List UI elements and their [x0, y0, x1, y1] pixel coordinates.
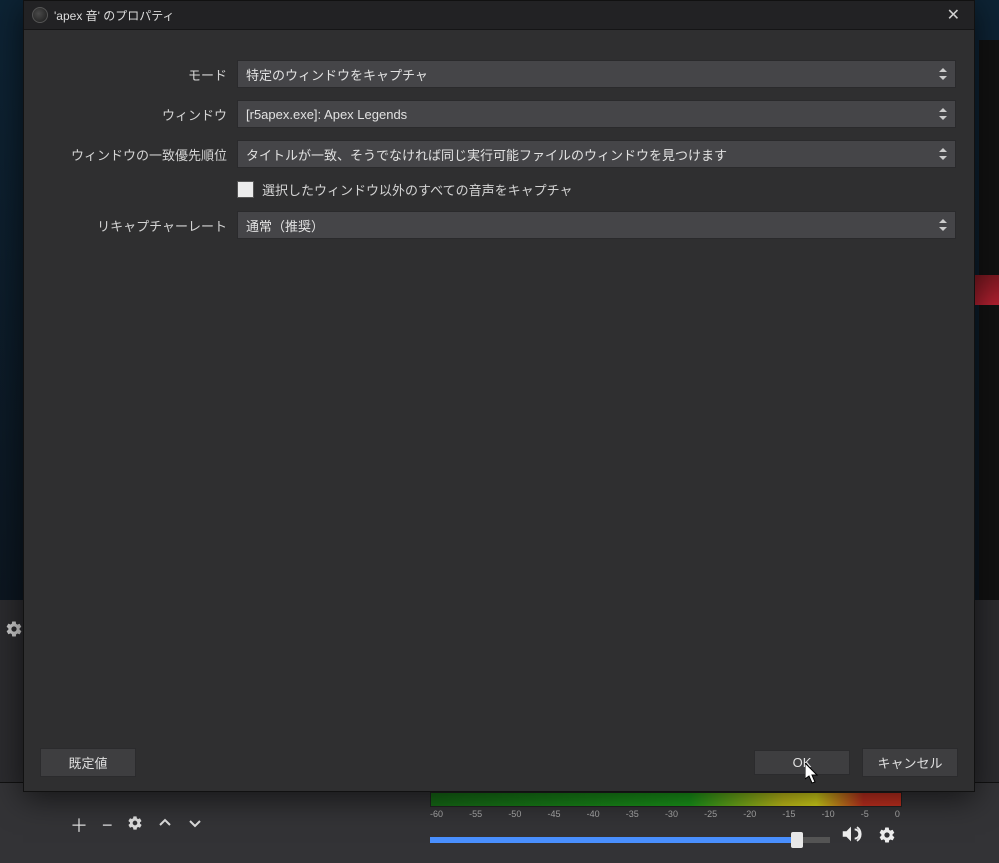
label-window: ウィンドウ: [42, 105, 237, 124]
select-mode[interactable]: 特定のウィンドウをキャプチャ: [237, 60, 956, 88]
tick: -40: [587, 809, 600, 819]
properties-dialog: 'apex 音' のプロパティ ✕ モード 特定のウィンドウをキャプチャ ウィン…: [23, 0, 975, 792]
checkbox-capture-others[interactable]: [237, 181, 254, 198]
tick: -35: [626, 809, 639, 819]
select-value: 通常（推奨）: [246, 216, 324, 235]
tick: 0: [895, 809, 900, 819]
chevron-up-down-icon: [935, 101, 951, 127]
select-value: 特定のウィンドウをキャプチャ: [246, 65, 428, 84]
cancel-button[interactable]: キャンセル: [862, 748, 958, 777]
remove-icon[interactable]: −: [102, 815, 113, 836]
label-priority: ウィンドウの一致優先順位: [42, 145, 237, 164]
gear-icon[interactable]: [878, 826, 896, 849]
tick: -25: [704, 809, 717, 819]
chevron-up-down-icon: [935, 212, 951, 238]
right-sidebar: [979, 40, 999, 600]
defaults-button[interactable]: 既定値: [40, 748, 136, 777]
row-rate: リキャプチャーレート 通常（推奨）: [42, 211, 956, 239]
gear-icon[interactable]: [5, 620, 25, 640]
row-mode: モード 特定のウィンドウをキャプチャ: [42, 60, 956, 88]
volume-handle[interactable]: [791, 832, 803, 848]
select-value: タイトルが一致、そうでなければ同じ実行可能ファイルのウィンドウを見つけます: [246, 145, 727, 164]
chevron-up-down-icon: [935, 61, 951, 87]
chevron-up-down-icon: [935, 141, 951, 167]
tick: -45: [547, 809, 560, 819]
tick: -5: [861, 809, 869, 819]
select-rate[interactable]: 通常（推奨）: [237, 211, 956, 239]
add-icon[interactable]: ＋: [70, 812, 88, 838]
title: 'apex 音' のプロパティ: [54, 7, 175, 24]
volume-fill: [430, 837, 798, 843]
row-checkbox: 選択したウィンドウ以外のすべての音声をキャプチャ: [237, 180, 956, 199]
close-icon[interactable]: ✕: [941, 5, 966, 25]
dialog-buttons: 既定値 OK キャンセル: [24, 736, 974, 791]
tick: -20: [743, 809, 756, 819]
gear-icon[interactable]: [127, 815, 143, 836]
tick: -10: [822, 809, 835, 819]
move-down-icon[interactable]: [187, 815, 203, 836]
select-priority[interactable]: タイトルが一致、そうでなければ同じ実行可能ファイルのウィンドウを見つけます: [237, 140, 956, 168]
select-value: [r5apex.exe]: Apex Legends: [246, 107, 407, 122]
tick: -15: [782, 809, 795, 819]
tick: -60: [430, 809, 443, 819]
titlebar[interactable]: 'apex 音' のプロパティ ✕: [24, 1, 974, 30]
bottom-panel: ＋ − -60 -55 -50 -45 -40 -35 -30 -25 -20 …: [0, 782, 999, 863]
ok-button[interactable]: OK: [754, 750, 850, 775]
audio-meter-bar: [431, 793, 901, 806]
tick: -50: [508, 809, 521, 819]
audio-meter-ticks: -60 -55 -50 -45 -40 -35 -30 -25 -20 -15 …: [430, 809, 900, 819]
tick: -55: [469, 809, 482, 819]
sources-toolbar: ＋ −: [70, 812, 203, 838]
move-up-icon[interactable]: [157, 815, 173, 836]
label-mode: モード: [42, 65, 237, 84]
select-window[interactable]: [r5apex.exe]: Apex Legends: [237, 100, 956, 128]
label-rate: リキャプチャーレート: [42, 216, 237, 235]
checkbox-label: 選択したウィンドウ以外のすべての音声をキャプチャ: [262, 180, 572, 199]
red-badge: [974, 275, 999, 305]
row-window: ウィンドウ [r5apex.exe]: Apex Legends: [42, 100, 956, 128]
audio-meter: [430, 792, 902, 807]
volume-slider[interactable]: [430, 837, 830, 843]
speaker-icon[interactable]: [840, 823, 862, 851]
tick: -30: [665, 809, 678, 819]
obs-icon: [32, 7, 48, 23]
form: モード 特定のウィンドウをキャプチャ ウィンドウ [r5apex.exe]: A…: [24, 30, 974, 261]
row-priority: ウィンドウの一致優先順位 タイトルが一致、そうでなければ同じ実行可能ファイルのウ…: [42, 140, 956, 168]
